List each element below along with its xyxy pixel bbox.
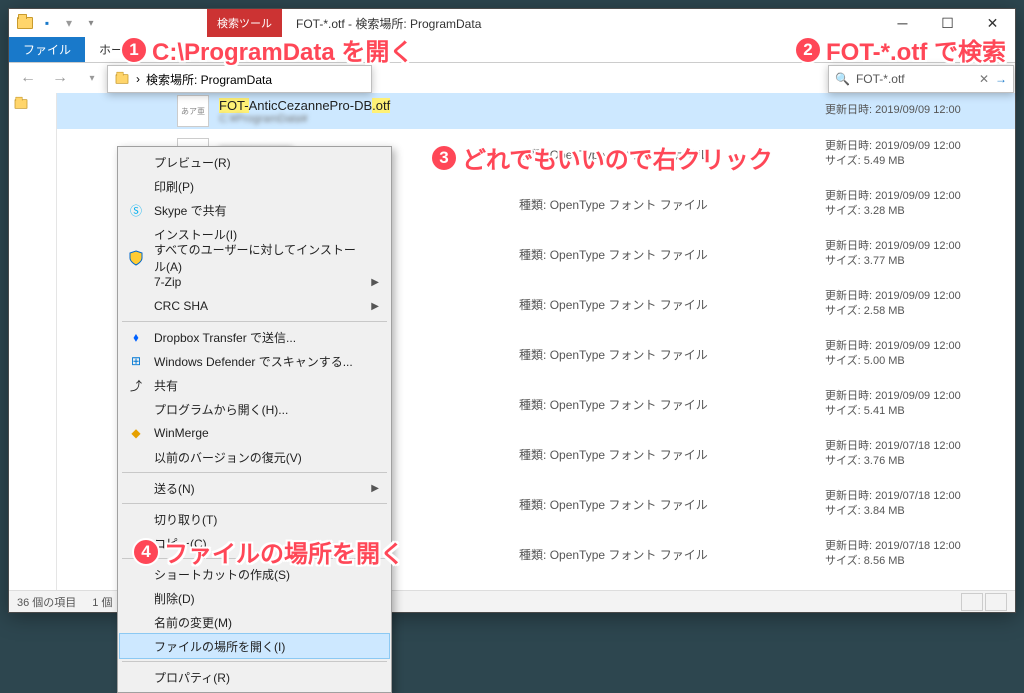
file-meta: 更新日時: 2019/07/18 12:00サイズ: 3.84 MB [825, 489, 1015, 520]
titlebar: ▪ ▾ ▾ 検索ツール FOT-*.otf - 検索場所: ProgramDat… [9, 9, 1015, 37]
menu-open-file-location[interactable]: ファイルの場所を開く(I) [120, 634, 389, 658]
view-switcher [961, 593, 1007, 611]
nav-history-icon[interactable]: ▾ [79, 65, 105, 91]
breadcrumb[interactable]: 検索場所: ProgramData [146, 71, 272, 88]
search-icon: 🔍 [835, 72, 850, 86]
menu-print[interactable]: 印刷(P) [120, 174, 389, 198]
ribbon-expand-icon[interactable]: ⌄ [977, 37, 1015, 62]
context-menu: プレビュー(R) 印刷(P) ⓈSkype で共有 インストール(I) すべての… [117, 146, 392, 693]
file-meta: 更新日時: 2019/09/09 12:00サイズ: 5.49 MB [825, 139, 1015, 170]
tab-file[interactable]: ファイル [9, 37, 85, 62]
qat-item[interactable]: ▪ [37, 13, 57, 33]
file-meta: 更新日時: 2019/07/18 12:00サイズ: 3.76 MB [825, 439, 1015, 470]
skype-icon: Ⓢ [128, 202, 144, 218]
minimize-button[interactable]: ─ [880, 9, 925, 37]
file-type: 種類: OpenType フォント ファイル [519, 396, 739, 413]
submenu-arrow-icon: ▶ [371, 277, 379, 288]
breadcrumb-separator: › [136, 72, 140, 86]
menu-rename[interactable]: 名前の変更(M) [120, 610, 389, 634]
menu-preview[interactable]: プレビュー(R) [120, 150, 389, 174]
qat-item[interactable]: ▾ [59, 13, 79, 33]
file-meta: 更新日時: 2019/09/09 12:00サイズ: 5.00 MB [825, 339, 1015, 370]
address-bar[interactable]: › 検索場所: ProgramData [107, 65, 372, 93]
menu-create-shortcut[interactable]: ショートカットの作成(S) [120, 562, 389, 586]
clear-search-icon[interactable]: ✕ [979, 72, 989, 86]
tab-home[interactable]: ホーム [85, 37, 149, 62]
menu-separator [122, 321, 387, 322]
file-meta: 更新日時: 2019/09/09 12:00サイズ: 5.41 MB [825, 389, 1015, 420]
defender-icon: ⊞ [128, 353, 144, 369]
ribbon-tabs: ファイル ホーム ⌄ [9, 37, 1015, 63]
explorer-window: ▪ ▾ ▾ 検索ツール FOT-*.otf - 検索場所: ProgramDat… [8, 8, 1016, 613]
menu-winmerge[interactable]: ◆WinMerge [120, 421, 389, 445]
menu-delete[interactable]: 削除(D) [120, 586, 389, 610]
share-icon: ⤴ [128, 377, 144, 393]
menu-share[interactable]: ⤴共有 [120, 373, 389, 397]
menu-open-with[interactable]: プログラムから開く(H)... [120, 397, 389, 421]
list-item[interactable]: あア亜 FOT-AnticCezannePro-DB.otf C:¥Progra… [57, 93, 1015, 129]
file-type: 種類: OpenType フォント ファイル [519, 296, 739, 313]
maximize-button[interactable]: ☐ [925, 9, 970, 37]
file-type: 種類: OpenType フォント ファイル [519, 146, 739, 163]
status-selected-count: 1 個 [92, 594, 112, 610]
submenu-arrow-icon: ▶ [371, 483, 379, 494]
file-type: 種類: OpenType フォント ファイル [519, 346, 739, 363]
window-title: FOT-*.otf - 検索場所: ProgramData [296, 15, 481, 32]
search-input[interactable]: 🔍 FOT-*.otf ✕ → [828, 65, 1014, 93]
menu-dropbox[interactable]: ⬧Dropbox Transfer で送信... [120, 325, 389, 349]
dropbox-icon: ⬧ [128, 329, 144, 345]
window-controls: ─ ☐ ✕ [880, 9, 1015, 37]
file-meta: 更新日時: 2019/09/09 12:00サイズ: 3.77 MB [825, 239, 1015, 270]
tree-node[interactable] [9, 93, 56, 115]
file-type: 種類: OpenType フォント ファイル [519, 496, 739, 513]
file-type: 種類: OpenType フォント ファイル [519, 246, 739, 263]
file-type: 種類: OpenType フォント ファイル [519, 196, 739, 213]
file-name: FOT-AnticCezannePro-DB.otf [219, 98, 519, 113]
file-type: 種類: OpenType フォント ファイル [519, 446, 739, 463]
menu-separator [122, 503, 387, 504]
menu-crc-sha[interactable]: CRC SHA▶ [120, 294, 389, 318]
file-meta: 更新日時: 2019/07/18 12:00サイズ: 8.56 MB [825, 539, 1015, 570]
menu-separator [122, 472, 387, 473]
close-button[interactable]: ✕ [970, 9, 1015, 37]
search-tools-tab[interactable]: 検索ツール [207, 9, 282, 37]
menu-send-to[interactable]: 送る(N)▶ [120, 476, 389, 500]
menu-7zip[interactable]: 7-Zip▶ [120, 270, 389, 294]
file-meta: 更新日時: 2019/09/09 12:00 [825, 103, 1015, 118]
folder-icon [15, 13, 35, 33]
nav-tree[interactable] [9, 93, 57, 590]
menu-restore-previous[interactable]: 以前のバージョンの復元(V) [120, 445, 389, 469]
submenu-arrow-icon: ▶ [371, 301, 379, 312]
view-large-icon[interactable] [985, 593, 1007, 611]
file-meta: 更新日時: 2019/09/09 12:00サイズ: 2.58 MB [825, 289, 1015, 320]
menu-separator [122, 558, 387, 559]
file-type: 種類: OpenType フォント ファイル [519, 546, 739, 563]
status-item-count: 36 個の項目 [17, 594, 76, 610]
quick-access-toolbar: ▪ ▾ ▾ [9, 13, 107, 33]
menu-separator [122, 661, 387, 662]
search-go-icon[interactable]: → [995, 72, 1007, 86]
folder-icon [116, 74, 129, 84]
menu-defender[interactable]: ⊞Windows Defender でスキャンする... [120, 349, 389, 373]
file-meta: 更新日時: 2019/09/09 12:00サイズ: 3.28 MB [825, 189, 1015, 220]
shield-icon [128, 250, 144, 266]
nav-back-button[interactable]: ← [15, 65, 41, 91]
menu-copy[interactable]: コピー(C) [120, 531, 389, 555]
file-path: C:¥ProgramData¥ [219, 113, 519, 125]
search-query-text: FOT-*.otf [856, 72, 905, 86]
menu-properties[interactable]: プロパティ(R) [120, 665, 389, 689]
menu-skype-share[interactable]: ⓈSkype で共有 [120, 198, 389, 222]
menu-cut[interactable]: 切り取り(T) [120, 507, 389, 531]
qat-dropdown-icon[interactable]: ▾ [81, 13, 101, 33]
winmerge-icon: ◆ [128, 425, 144, 441]
nav-forward-button[interactable]: → [47, 65, 73, 91]
font-file-icon: あア亜 [177, 95, 209, 127]
menu-install-all-users[interactable]: すべてのユーザーに対してインストール(A) [120, 246, 389, 270]
view-details-icon[interactable] [961, 593, 983, 611]
